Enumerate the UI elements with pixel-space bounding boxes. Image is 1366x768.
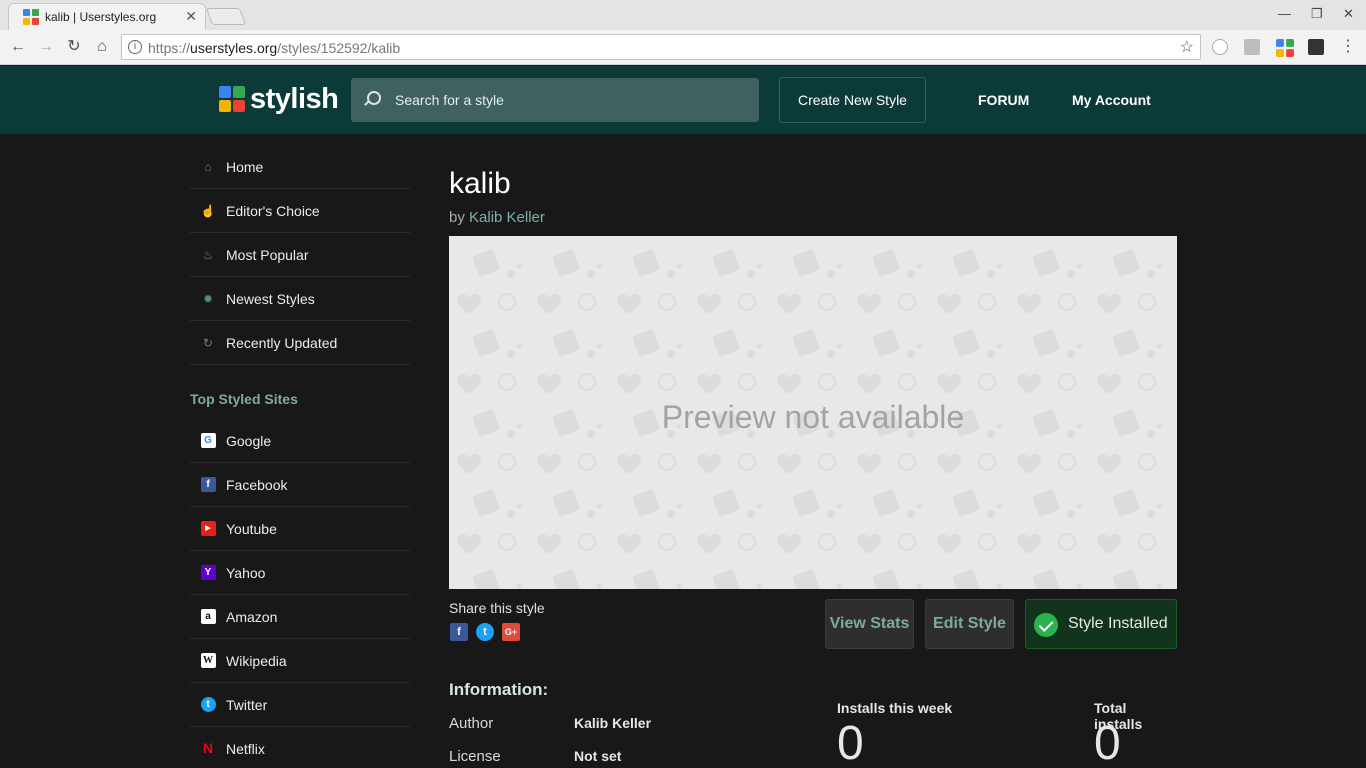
restore-icon[interactable]: ❐ xyxy=(1311,6,1323,22)
style-title: kalib xyxy=(449,167,511,200)
share-google-plus-icon[interactable]: G+ xyxy=(502,623,520,641)
information-heading: Information: xyxy=(449,680,549,699)
share-label: Share this style xyxy=(449,600,545,616)
search-icon xyxy=(367,91,381,105)
sidebar-site-twitter[interactable]: t Twitter xyxy=(190,683,410,727)
share-facebook-icon[interactable]: f xyxy=(450,623,468,641)
installs-week-label: Installs this week xyxy=(837,700,953,716)
sidebar-item-label: Newest Styles xyxy=(226,290,315,307)
new-tab-button[interactable] xyxy=(205,8,247,25)
sidebar-site-facebook[interactable]: f Facebook xyxy=(190,463,410,507)
browser-toolbar: ← → ↻ ⌂ i https://userstyles.org/styles/… xyxy=(0,30,1366,65)
create-new-style-button[interactable]: Create New Style xyxy=(779,77,926,123)
youtube-icon: ▶ xyxy=(200,521,216,536)
installs-week-value: 0 xyxy=(837,717,864,768)
wikipedia-icon: W xyxy=(200,653,216,668)
sidebar-item-home[interactable]: ⌂ Home xyxy=(190,145,410,189)
stylish-extension-icon[interactable] xyxy=(1276,39,1294,57)
license-value: Not set xyxy=(574,748,622,764)
tab-title: kalib | Userstyles.org xyxy=(45,10,157,24)
yahoo-icon: Y xyxy=(200,565,216,580)
browser-tab-bar: kalib | Userstyles.org ✕ — ❐ ✕ xyxy=(0,0,1366,30)
sidebar-item-recently-updated[interactable]: ↻ Recently Updated xyxy=(190,321,410,365)
twitter-icon: t xyxy=(200,697,216,712)
sidebar-site-label: Wikipedia xyxy=(226,652,287,669)
license-key: License xyxy=(449,748,501,765)
style-preview: Preview not available xyxy=(449,236,1177,589)
sidebar-item-newest-styles[interactable]: ✹ Newest Styles xyxy=(190,277,410,321)
sidebar-site-amazon[interactable]: a Amazon xyxy=(190,595,410,639)
window-close-icon[interactable]: ✕ xyxy=(1343,6,1354,22)
author-key: Author xyxy=(449,715,494,732)
view-stats-button[interactable]: View Stats xyxy=(825,599,914,649)
sidebar-site-google[interactable]: G Google xyxy=(190,419,410,463)
sidebar-site-wikipedia[interactable]: W Wikipedia xyxy=(190,639,410,683)
stylish-favicon-icon xyxy=(23,9,39,25)
film-extension-icon[interactable] xyxy=(1308,39,1324,55)
total-installs-value: 0 xyxy=(1094,717,1121,768)
extension-icon[interactable] xyxy=(1212,39,1228,55)
sidebar-site-label: Youtube xyxy=(226,520,277,537)
sidebar-site-label: Facebook xyxy=(226,476,288,493)
browser-menu-icon[interactable]: ⋮ xyxy=(1337,36,1359,58)
sidebar-item-most-popular[interactable]: ♨ Most Popular xyxy=(190,233,410,277)
sidebar-site-label: Amazon xyxy=(226,608,278,625)
top-styled-sites-heading: Top Styled Sites xyxy=(190,391,298,407)
style-installed-label: Style Installed xyxy=(1068,615,1168,632)
browser-tab[interactable]: kalib | Userstyles.org ✕ xyxy=(8,3,206,30)
logo-text: stylish xyxy=(250,82,339,115)
address-url[interactable]: https://userstyles.org/styles/152592/kal… xyxy=(148,40,400,56)
back-icon[interactable]: ← xyxy=(7,36,29,58)
sidebar-site-label: Twitter xyxy=(226,696,268,713)
my-account-link[interactable]: My Account xyxy=(1072,92,1151,108)
sidebar-site-netflix[interactable]: N Netflix xyxy=(190,727,410,768)
flame-icon: ♨ xyxy=(202,247,214,262)
sidebar-item-editors-choice[interactable]: ☝ Editor's Choice xyxy=(190,189,410,233)
main-content: kalib by Kalib Keller Preview not availa… xyxy=(449,145,1177,768)
site-info-icon[interactable]: i xyxy=(128,40,142,54)
style-byline: by Kalib Keller xyxy=(449,209,1177,226)
sidebar-site-label: Netflix xyxy=(226,740,265,757)
address-bar[interactable]: i https://userstyles.org/styles/152592/k… xyxy=(121,34,1201,60)
amazon-icon: a xyxy=(200,609,216,624)
hand-pointer-icon: ☝ xyxy=(200,203,216,218)
stylish-logo-icon xyxy=(219,86,245,112)
share-twitter-icon[interactable]: t xyxy=(476,623,494,641)
facebook-icon: f xyxy=(200,477,216,492)
star-burst-icon: ✹ xyxy=(202,291,214,306)
home-icon: ⌂ xyxy=(204,159,212,174)
forward-icon[interactable]: → xyxy=(35,36,57,58)
reload-icon[interactable]: ↻ xyxy=(63,36,85,58)
home-browser-icon[interactable]: ⌂ xyxy=(91,36,113,58)
sidebar-site-label: Google xyxy=(226,432,272,449)
sidebar-item-label: Home xyxy=(226,158,264,175)
preview-unavailable-text: Preview not available xyxy=(661,399,965,435)
tab-close-icon[interactable]: ✕ xyxy=(185,8,197,25)
sidebar-item-label: Editor's Choice xyxy=(226,202,320,219)
byline-prefix: by xyxy=(449,209,465,226)
sidebar: ⌂ Home ☝ Editor's Choice ♨ Most Popular … xyxy=(190,145,410,768)
site-header: stylish Create New Style FORUM My Accoun… xyxy=(0,66,1366,134)
minimize-icon[interactable]: — xyxy=(1278,6,1291,21)
forum-link[interactable]: FORUM xyxy=(978,92,1029,108)
refresh-icon: ↻ xyxy=(202,335,214,350)
search-box[interactable] xyxy=(351,78,759,122)
google-icon: G xyxy=(200,433,216,448)
sidebar-site-youtube[interactable]: ▶ Youtube xyxy=(190,507,410,551)
bookmark-star-icon[interactable]: ☆ xyxy=(1180,37,1194,57)
sidebar-item-label: Most Popular xyxy=(226,246,309,263)
check-circle-icon xyxy=(1034,613,1058,637)
extension-g-icon[interactable] xyxy=(1244,39,1260,55)
netflix-icon: N xyxy=(200,741,216,756)
style-installed-button[interactable]: Style Installed xyxy=(1025,599,1177,649)
stylish-logo[interactable]: stylish xyxy=(219,82,339,115)
sidebar-site-yahoo[interactable]: Y Yahoo xyxy=(190,551,410,595)
sidebar-item-label: Recently Updated xyxy=(226,334,338,351)
author-value: Kalib Keller xyxy=(574,715,652,731)
sidebar-site-label: Yahoo xyxy=(226,564,266,581)
author-link[interactable]: Kalib Keller xyxy=(469,209,545,226)
search-input[interactable] xyxy=(395,90,735,110)
edit-style-button[interactable]: Edit Style xyxy=(925,599,1014,649)
